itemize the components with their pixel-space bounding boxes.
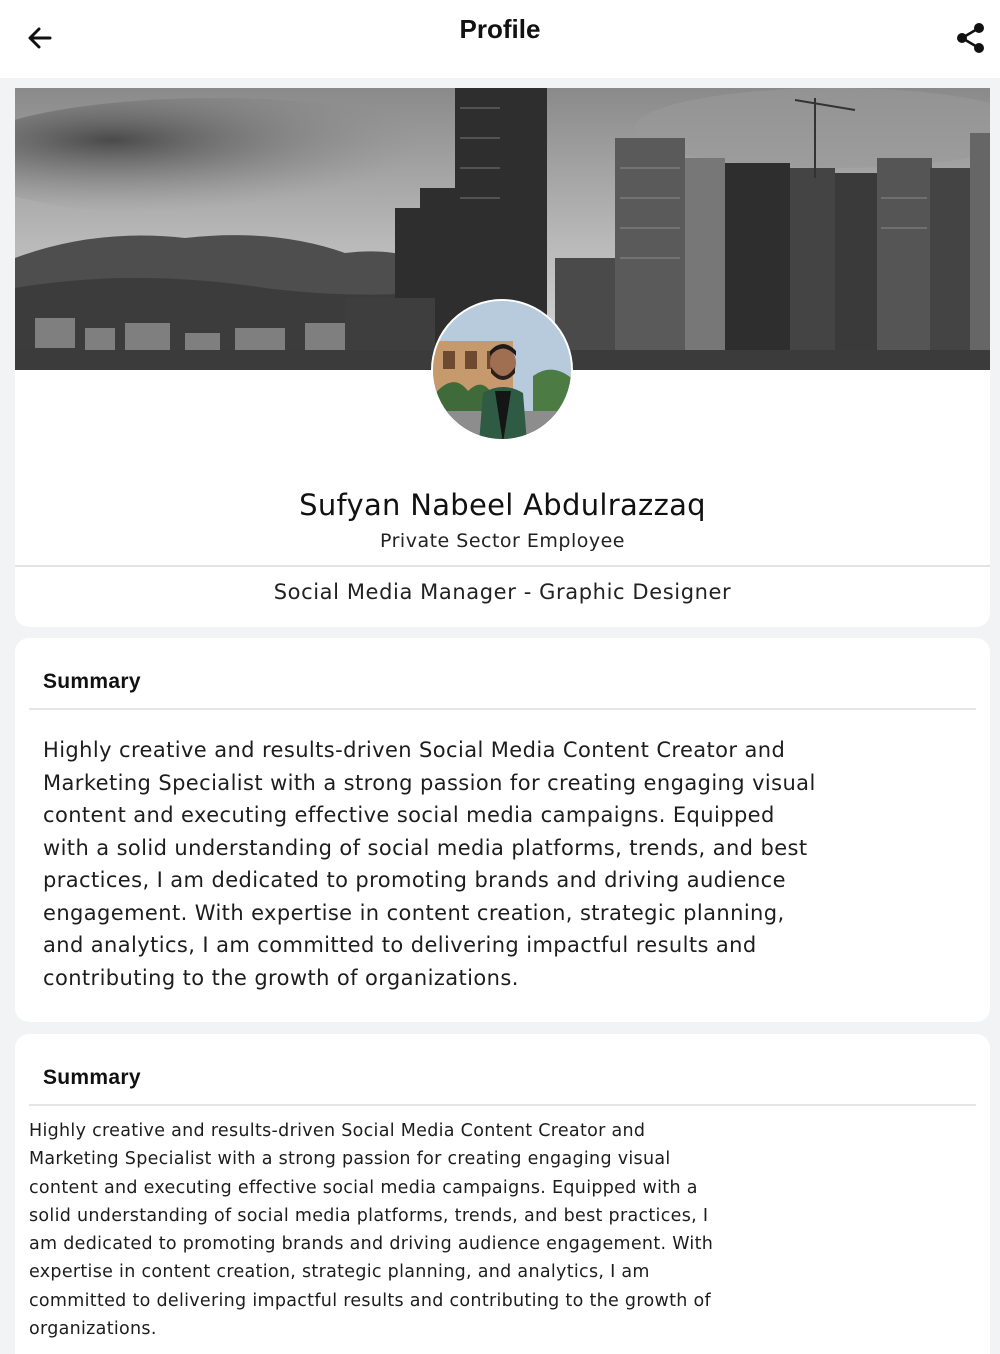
profile-header-card: Sufyan Nabeel Abdulrazzaq Private Sector… <box>15 88 990 627</box>
profile-occupation: Private Sector Employee <box>379 530 625 552</box>
summary-card: Summary Highly creative and results-driv… <box>15 1034 990 1354</box>
summary-card: Summary Highly creative and results-driv… <box>15 638 990 1022</box>
divider <box>29 1104 976 1106</box>
avatar[interactable] <box>431 299 573 441</box>
app-bar: Profile <box>0 0 1000 78</box>
section-title: Summary <box>43 670 141 693</box>
profile-name: Sufyan Nabeel Abdulrazzaq <box>299 488 706 522</box>
page-title: Profile <box>459 14 541 44</box>
section-title: Summary <box>43 1066 141 1089</box>
divider <box>15 565 990 567</box>
divider <box>29 708 976 710</box>
summary-text: Highly creative and results-driven Socia… <box>29 1121 714 1340</box>
profile-headline: Social Media Manager - Graphic Designer <box>273 580 732 604</box>
share-icon <box>957 23 984 53</box>
summary-text: Highly creative and results-driven Socia… <box>43 738 816 990</box>
share-button[interactable] <box>952 19 990 57</box>
